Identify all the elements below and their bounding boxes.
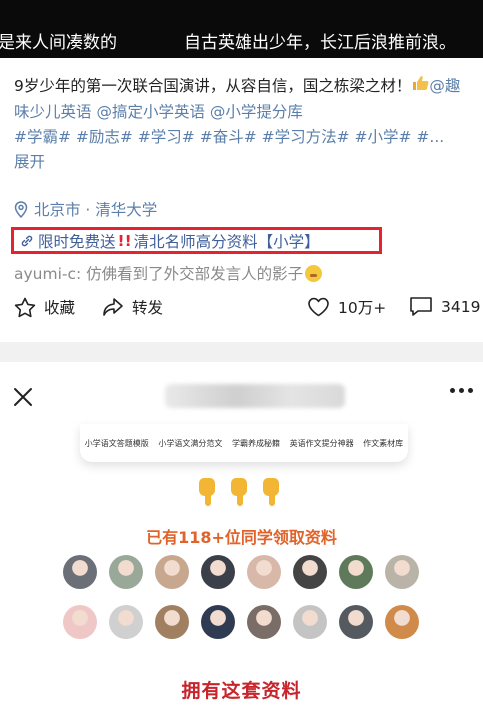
link-icon bbox=[21, 235, 33, 246]
avatar bbox=[201, 555, 235, 589]
share-arrow-icon bbox=[103, 298, 123, 316]
comment-bubble-icon bbox=[410, 297, 432, 316]
post-description: 9岁少年的第一次联合国演讲，从容自信，国之栋梁之材！ @趣味少儿英语 @搞定小学… bbox=[14, 74, 474, 175]
favorite-button[interactable]: 收藏 bbox=[14, 296, 75, 318]
action-bar: 收藏 转发 10万+ 3419 bbox=[0, 296, 483, 330]
resource-item: 小学语文答题模版 bbox=[84, 438, 149, 448]
avatar bbox=[293, 605, 327, 639]
avatar bbox=[247, 555, 281, 589]
avatar bbox=[201, 605, 235, 639]
avatar bbox=[339, 605, 373, 639]
avatar bbox=[63, 555, 97, 589]
mention-link-3[interactable]: @小学提分库 bbox=[210, 103, 303, 121]
video-subtitle-left: 是来人间凑数的 bbox=[0, 33, 117, 53]
avatar bbox=[293, 555, 327, 589]
star-outline-icon bbox=[14, 297, 36, 317]
comment-text: ayumi-c: 仿佛看到了外交部发言人的影子 bbox=[14, 265, 304, 283]
post-text: 9岁少年的第一次联合国演讲，从容自信，国之栋梁之材！ @趣味少儿英语 @搞定小学… bbox=[14, 74, 469, 125]
section-divider bbox=[0, 342, 483, 362]
get-materials-button[interactable]: 拥有这套资料 bbox=[0, 676, 483, 703]
hashtag-list[interactable]: #学霸# #励志# #学习# #奋斗# #学习方法# #小学# #... bbox=[14, 125, 474, 150]
pointing-down-hand-icon bbox=[196, 478, 218, 506]
close-icon[interactable] bbox=[12, 386, 34, 408]
avatar bbox=[109, 605, 143, 639]
blurred-title bbox=[165, 384, 345, 408]
avatar bbox=[155, 605, 189, 639]
resource-item: 作文素材库 bbox=[363, 438, 404, 448]
resource-item: 学霸养成秘籍 bbox=[231, 438, 280, 448]
avatar bbox=[109, 555, 143, 589]
avatar bbox=[247, 605, 281, 639]
top-comment[interactable]: ayumi-c: 仿佛看到了外交部发言人的影子 bbox=[14, 262, 323, 284]
heart-outline-icon bbox=[308, 297, 329, 317]
pointing-down-hand-icon bbox=[228, 478, 250, 506]
mention-link-2[interactable]: @搞定小学英语 bbox=[96, 103, 205, 121]
promo-link[interactable]: 限时免费送 !! 清北名师高分资料【小学】 bbox=[11, 227, 382, 254]
more-dots-icon[interactable] bbox=[450, 388, 473, 393]
comment-count: 3419 bbox=[441, 297, 481, 316]
pointing-hands bbox=[196, 478, 282, 506]
resource-card[interactable]: 小学语文答题模版 小学语文满分范文 学霸养成秘籍 英语作文提分神器 作文素材库 bbox=[80, 424, 408, 462]
resource-item: 小学语文满分范文 bbox=[158, 438, 223, 448]
mini-program-header bbox=[0, 370, 483, 424]
share-button[interactable]: 转发 bbox=[102, 296, 163, 318]
location-tag[interactable]: 北京市 · 清华大学 bbox=[14, 198, 157, 220]
like-button[interactable]: 10万+ bbox=[307, 296, 386, 318]
share-label: 转发 bbox=[132, 299, 164, 317]
face-emoji-icon bbox=[305, 265, 323, 282]
double-exclamation-icon: !! bbox=[117, 231, 132, 250]
avatar bbox=[63, 605, 97, 639]
avatar bbox=[385, 605, 419, 639]
thumbs-up-icon bbox=[411, 75, 429, 100]
video-subtitle-right: 自古英雄出少年，长江后浪推前浪。 bbox=[184, 33, 456, 53]
avatar bbox=[155, 555, 189, 589]
expand-link[interactable]: 展开 bbox=[14, 150, 474, 175]
video-player-strip[interactable]: 是来人间凑数的 自古英雄出少年，长江后浪推前浪。 bbox=[0, 0, 483, 58]
location-pin-icon bbox=[14, 200, 28, 218]
avatar bbox=[339, 555, 373, 589]
favorite-label: 收藏 bbox=[44, 299, 76, 317]
location-text: 北京市 · 清华大学 bbox=[34, 201, 158, 219]
claim-count-text: 已有118+位同学领取资料 bbox=[146, 528, 337, 547]
comment-button[interactable]: 3419 bbox=[409, 296, 480, 317]
avatar-grid bbox=[63, 555, 423, 639]
promo-text-before: 限时免费送 bbox=[38, 232, 116, 251]
like-count: 10万+ bbox=[338, 299, 387, 317]
promo-text-after: 清北名师高分资料【小学】 bbox=[133, 232, 320, 251]
pointing-down-hand-icon bbox=[260, 478, 282, 506]
avatar bbox=[385, 555, 419, 589]
resource-item: 英语作文提分神器 bbox=[289, 438, 354, 448]
post-caption: 9岁少年的第一次联合国演讲，从容自信，国之栋梁之材！ bbox=[14, 77, 412, 95]
